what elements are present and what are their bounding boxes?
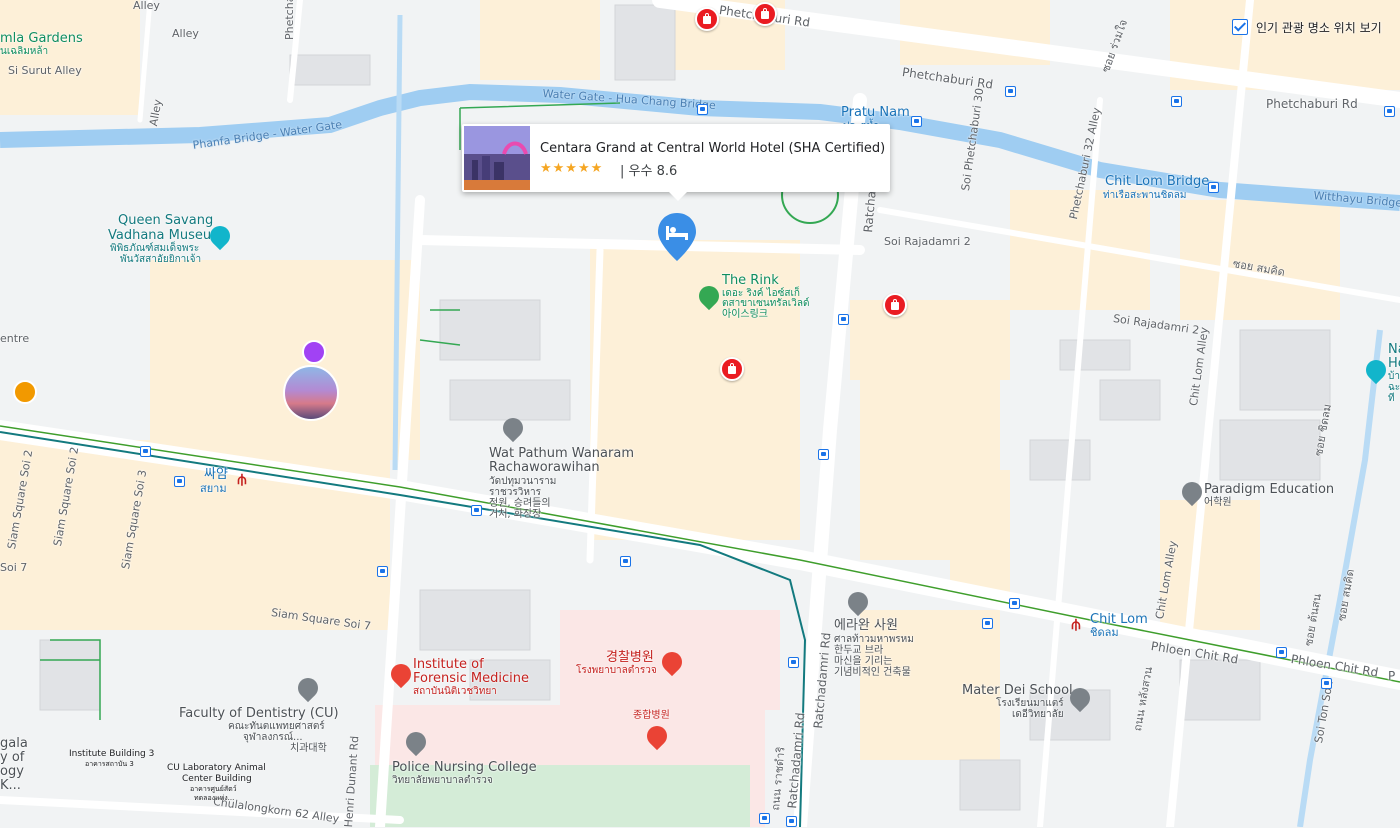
bus-stop-icon[interactable]	[377, 566, 388, 577]
bus-stop-icon[interactable]	[838, 314, 849, 325]
street-label: Soi Rajadamri 2	[884, 235, 971, 248]
building-label-th: อาคารสถาบัน 3	[85, 760, 134, 768]
poi-label[interactable]: Vadhana Museum	[108, 228, 224, 244]
bts-station-icon[interactable]: ⫛	[234, 472, 250, 488]
bus-stop-icon[interactable]	[620, 556, 631, 567]
poi-label[interactable]: Forensic Medicine	[413, 671, 529, 687]
bus-stop-icon[interactable]	[174, 476, 185, 487]
checkbox-checked-icon[interactable]	[1232, 19, 1248, 35]
bus-stop-icon[interactable]	[982, 618, 993, 629]
bus-stop-icon[interactable]	[1276, 647, 1287, 658]
street-label: Phetchab	[283, 0, 296, 40]
bus-stop-icon[interactable]	[471, 505, 482, 516]
poi-label-ko: 정원, 승려들의	[489, 498, 551, 509]
building-label-th: ทดลองแห่ง...	[194, 794, 235, 802]
poi-label[interactable]: Faculty of Dentistry (CU)	[179, 706, 339, 722]
poi-label-th: บ้า	[1388, 371, 1400, 382]
poi-label[interactable]: The Rink	[722, 273, 779, 289]
building-label: CU Laboratory Animal	[167, 763, 266, 773]
poi-label-th: สถาบันนิติเวชวิทยา	[413, 686, 497, 697]
street-label: Phetchaburi Rd	[1266, 97, 1358, 111]
poi-label-ko: 치과대학	[290, 743, 327, 754]
poi-label-th: พิพิธภัณฑ์สมเด็จพระ	[110, 243, 200, 254]
bus-stop-icon[interactable]	[1208, 182, 1219, 193]
poi-label-ko: 종합병원	[633, 710, 670, 721]
poi-label[interactable]: 경찰병원	[606, 650, 654, 666]
bus-stop-icon[interactable]	[759, 813, 770, 824]
hotel-photo[interactable]	[464, 126, 530, 190]
bus-stop-icon[interactable]	[1321, 678, 1332, 689]
poi-label[interactable]: Queen Savang	[118, 213, 213, 229]
hotel-name[interactable]: Centara Grand at Central World Hotel (SH…	[540, 141, 885, 156]
bus-stop-icon[interactable]	[140, 446, 151, 457]
station-label-th: สยาม	[200, 482, 227, 495]
street-label: Si Surut Alley	[8, 64, 82, 77]
poi-label[interactable]: Police Nursing College	[392, 760, 537, 776]
bus-stop-icon[interactable]	[1171, 96, 1182, 107]
street-label: entre	[0, 332, 30, 345]
bus-stop-icon[interactable]	[1009, 598, 1020, 609]
poi-label-th: นเฉลิมหล้า	[0, 46, 49, 57]
review-score: | 우수 8.6	[620, 164, 678, 179]
poi-label[interactable]: Chit Lom Bridge	[1105, 174, 1209, 190]
poi-label-th: ตสาขาเซนทรัลเวิลด์	[722, 298, 810, 309]
poi-label-ko: 기념비적인 건축물	[834, 667, 911, 678]
poi-label[interactable]: Pratu Nam	[841, 105, 910, 121]
poi-label[interactable]: He	[1388, 356, 1400, 372]
poi-label[interactable]: Paradigm Education	[1204, 482, 1334, 498]
bus-stop-icon[interactable]	[1005, 86, 1016, 97]
poi-label-th: วัดปทุมวนาราม	[489, 476, 557, 487]
poi-label-ko: 마신을 기리는	[834, 656, 893, 667]
poi-label-ko: 어학원	[1204, 497, 1232, 508]
poi-label-th: ศาลท้าวมหาพรหม	[834, 634, 914, 645]
street-label: P	[1388, 669, 1396, 683]
show-attractions-label[interactable]: 인기 관광 명소 위치 보기	[1256, 19, 1382, 36]
poi-label-th: ที	[1388, 393, 1395, 404]
street-label: Alley	[133, 0, 160, 12]
poi-label[interactable]: Mater Dei School	[962, 683, 1073, 699]
building-label-th: อาคารศูนย์สัตว์	[190, 785, 237, 793]
bts-station-icon[interactable]: ⫛	[1068, 617, 1084, 633]
poi-label[interactable]: mla Gardens	[0, 31, 83, 47]
poi-label[interactable]: Rachaworawihan	[489, 460, 600, 476]
poi-label-th: ราชวรวิหาร	[489, 487, 541, 498]
building-label: Institute Building 3	[69, 749, 155, 759]
poi-label-th: โรงเรียนมาแตร์	[996, 698, 1064, 709]
station-label[interactable]: 싸얌	[204, 467, 228, 483]
poi-label-ko: 아이스링크	[722, 309, 768, 320]
shopping-bag-icon[interactable]	[695, 7, 719, 31]
shopping-bag-icon[interactable]	[720, 357, 744, 381]
attraction-photo-thumbnail[interactable]	[283, 365, 339, 421]
show-attractions-toggle[interactable]: 인기 관광 명소 위치 보기	[1232, 16, 1382, 38]
poi-label-th: พันวัสสาอัยยิกาเจ้า	[120, 254, 202, 265]
shopping-bag-icon[interactable]	[883, 293, 907, 317]
station-label-th: ชิดลม	[1090, 626, 1119, 639]
poi-label-th: ท่าเรือสะพานชิดลม	[1103, 190, 1187, 201]
building-label: Center Building	[182, 774, 252, 784]
hotel-info-popup[interactable]: Centara Grand at Central World Hotel (SH…	[462, 124, 890, 201]
poi-label[interactable]: K...	[0, 778, 21, 794]
hotel-marker-icon[interactable]	[656, 211, 698, 263]
bus-stop-icon[interactable]	[697, 104, 708, 115]
poi-label-th: โรงพยาบาลตำรวจ	[576, 665, 657, 676]
street-label: Alley	[172, 27, 199, 40]
poi-label-th: ฉะ	[1388, 382, 1400, 393]
poi-label-ko: 한두교 브라	[834, 645, 884, 656]
bus-stop-icon[interactable]	[1384, 106, 1395, 117]
attraction-pin-icon[interactable]	[302, 340, 326, 364]
poi-label-th: เดอีวิทยาลัย	[1012, 709, 1064, 720]
bus-stop-icon[interactable]	[911, 116, 922, 127]
poi-label-th: วิทยาลัยพยาบาลตำรวจ	[392, 775, 493, 786]
bus-stop-icon[interactable]	[818, 449, 829, 460]
poi-label-th: จุฬาลงกรณ์...	[243, 732, 303, 743]
poi-label-ko: 거처, 화장장	[489, 509, 542, 520]
poi-label[interactable]: 에라완 사원	[834, 618, 898, 634]
poi-label-th: คณะทันตแพทยศาสตร์	[228, 721, 325, 732]
street-label: Soi 7	[0, 561, 28, 574]
star-rating: ★★★★★	[540, 160, 604, 175]
bus-stop-icon[interactable]	[788, 657, 799, 668]
shopping-bag-icon[interactable]	[753, 2, 777, 26]
bus-stop-icon[interactable]	[786, 816, 797, 827]
camera-icon[interactable]	[13, 380, 37, 404]
